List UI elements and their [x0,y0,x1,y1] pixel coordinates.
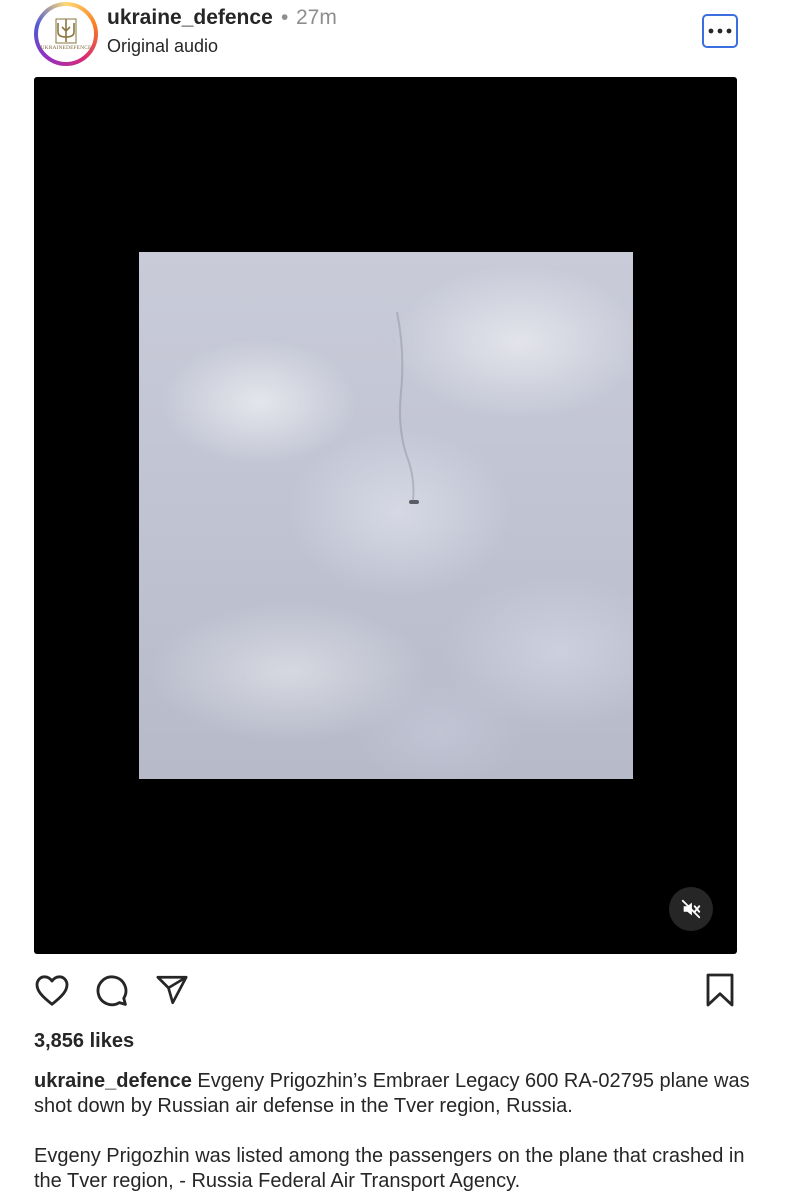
mute-toggle-button[interactable] [669,887,713,931]
paper-plane-icon [156,975,188,1005]
heart-icon [35,975,69,1006]
audio-link[interactable]: Original audio [107,36,218,57]
avatar-label: UKRAINEDEFENCE [40,44,92,51]
trident-emblem-icon [55,18,77,43]
caption-paragraph-2: Evgeny Prigozhin was listed among the pa… [34,1145,745,1192]
caption-gap [34,1119,754,1144]
bookmark-icon [706,973,734,1007]
username-link[interactable]: ukraine_defence [107,6,273,30]
comment-button[interactable] [91,970,131,1010]
aircraft-speck [409,500,419,504]
like-count[interactable]: 3,856 likes [34,1030,134,1053]
muted-speaker-icon [681,899,701,919]
video-player[interactable] [34,77,737,954]
more-options-button[interactable] [702,14,738,48]
share-button[interactable] [152,970,192,1010]
more-horizontal-icon [708,28,732,34]
post-caption: ukraine_defence Evgeny Prigozhin’s Embra… [34,1069,754,1194]
separator-dot: • [281,6,289,29]
caption-username[interactable]: ukraine_defence [34,1070,192,1092]
comment-bubble-icon [96,975,128,1007]
save-button[interactable] [700,970,740,1010]
post-time[interactable]: 27m [296,6,337,30]
avatar[interactable]: UKRAINEDEFENCE [38,6,94,62]
post-header: UKRAINEDEFENCE ukraine_defence • 27m Ori… [0,0,790,76]
post-actions [0,970,790,1014]
video-frame [139,252,633,779]
like-button[interactable] [32,970,72,1010]
smoke-trail [396,312,415,501]
caption-paragraph-1: ukraine_defence Evgeny Prigozhin’s Embra… [34,1069,754,1119]
